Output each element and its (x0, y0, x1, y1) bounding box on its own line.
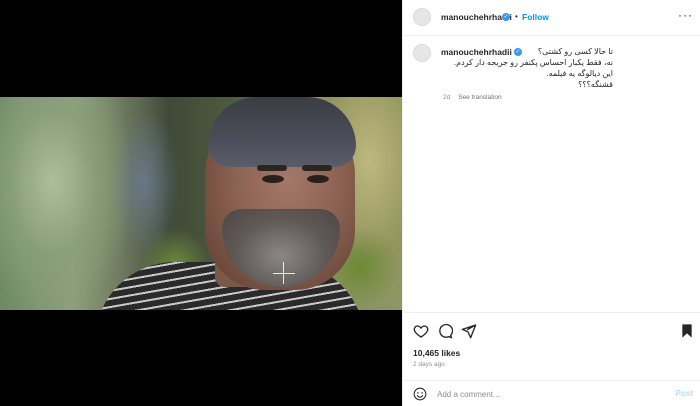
post-photo[interactable] (0, 97, 402, 310)
caption-text: تا حالا کسی رو کشتی؟ نه، فقط یکبار احساس… (441, 46, 613, 90)
avatar[interactable] (413, 8, 431, 26)
smiley-icon[interactable] (413, 387, 427, 401)
likes-count[interactable]: 10,465 likes (413, 348, 460, 358)
caption-line: نه، فقط یکبار احساس پکنفر رو جریحه دار ک… (453, 58, 613, 67)
post-media[interactable] (0, 0, 402, 406)
caption-line: قشنگه؟؟؟ (578, 80, 613, 89)
post-comment-button[interactable]: Post (676, 389, 693, 398)
photo-eye (307, 175, 329, 183)
comment-bar: Post (403, 380, 700, 406)
post-header: manouchehrhadii ✓ • Follow ··· (403, 0, 700, 36)
crosshair-cursor (273, 273, 295, 274)
see-translation-link[interactable]: See translation (458, 94, 501, 101)
paper-plane-icon[interactable] (461, 323, 477, 339)
bookmark-icon[interactable] (679, 323, 695, 339)
photo-hair (208, 97, 356, 167)
caption-line: این دیالوگه یه فیلمه. (546, 69, 613, 78)
post-time: 2d (443, 94, 451, 101)
comment-bubble-icon[interactable] (437, 323, 453, 339)
verified-badge-icon: ✓ (502, 13, 510, 21)
photo-brow (302, 165, 332, 171)
caption-line: تا حالا کسی رو کشتی؟ (537, 47, 613, 56)
photo-eye (262, 175, 284, 183)
more-options-icon[interactable]: ··· (678, 8, 693, 22)
post-date: 2 days ago (413, 361, 445, 368)
heart-icon[interactable] (413, 323, 429, 339)
follow-button[interactable]: Follow (522, 12, 549, 22)
avatar[interactable] (413, 44, 431, 62)
action-bar (403, 312, 700, 348)
post-side-panel: manouchehrhadii ✓ • Follow ··· manoucheh… (402, 0, 700, 406)
comment-input[interactable] (437, 388, 657, 400)
caption-meta: 2d See translation (443, 94, 502, 101)
separator-dot: • (515, 12, 518, 21)
photo-brow (257, 165, 287, 171)
